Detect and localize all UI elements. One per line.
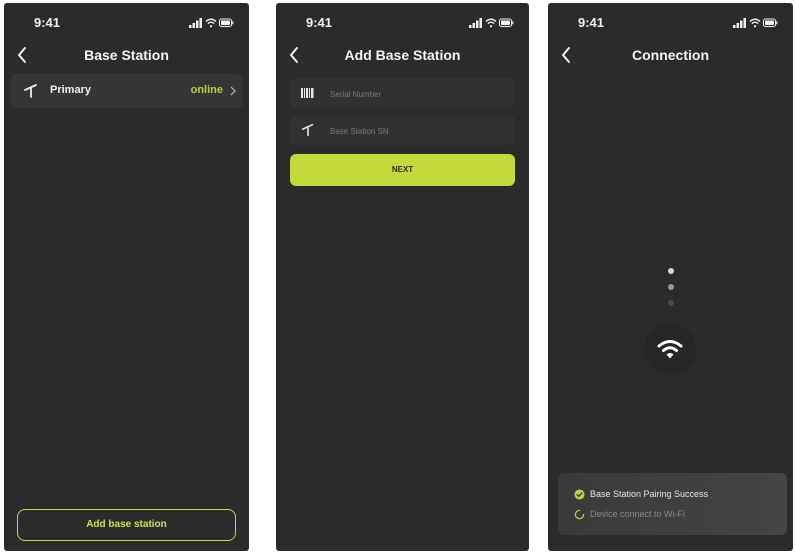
next-button[interactable]: NEXT [290,154,515,186]
step-label: Device connect to Wi-Fi [590,509,686,519]
signal-icon [469,18,482,28]
battery-icon [219,18,234,27]
page-title: Add Base Station [344,47,461,63]
add-base-station-button[interactable]: Add base station [17,509,236,541]
status-bar: 9:41 [4,13,249,31]
nav-bar: Add Base Station [276,41,529,71]
status-icons [733,17,779,29]
signal-icon [733,18,746,28]
antenna-icon [301,123,314,137]
loading-dot [668,268,674,274]
wifi-icon [485,18,497,28]
signal-icon [189,18,202,28]
base-station-sn-input[interactable] [328,121,509,141]
battery-icon [499,18,514,27]
battery-icon [763,18,778,27]
barcode-icon [301,88,314,98]
nav-bar: Base Station [4,41,249,71]
base-station-screen: 9:41 Base Station Primary online Add bas… [4,3,249,551]
nav-bar: Connection [548,41,793,71]
station-name: Primary [50,84,91,96]
antenna-icon [24,84,37,98]
wifi-icon [657,340,683,359]
serial-number-input[interactable] [328,84,509,104]
status-bar: 9:41 [548,13,793,31]
chevron-right-icon [230,86,236,96]
station-row-primary[interactable]: Primary online [10,74,243,108]
serial-number-field [290,78,515,108]
status-time: 9:41 [306,15,333,30]
status-bar: 9:41 [276,13,529,31]
add-base-station-screen: 9:41 Add Base Station NEXT [276,3,529,551]
station-status: online [190,84,223,96]
status-time: 9:41 [578,15,605,30]
spinner-icon [574,509,585,520]
progress-panel: Base Station Pairing Success Device conn… [558,473,787,535]
wifi-icon [749,18,761,28]
status-icons [189,17,235,29]
connection-screen: 9:41 Connection Base Station Pairing Suc… [548,3,793,551]
loading-dots [666,266,676,310]
wifi-status-badge [644,323,696,375]
loading-dot [668,284,674,290]
status-time: 9:41 [34,15,61,30]
page-title: Base Station [84,47,169,63]
page-title: Connection [632,47,709,63]
loading-dot [668,300,674,306]
step-label: Base Station Pairing Success [590,489,709,499]
base-station-sn-field [290,115,515,145]
wifi-icon [205,18,217,28]
status-icons [469,17,515,29]
check-circle-icon [574,489,585,500]
